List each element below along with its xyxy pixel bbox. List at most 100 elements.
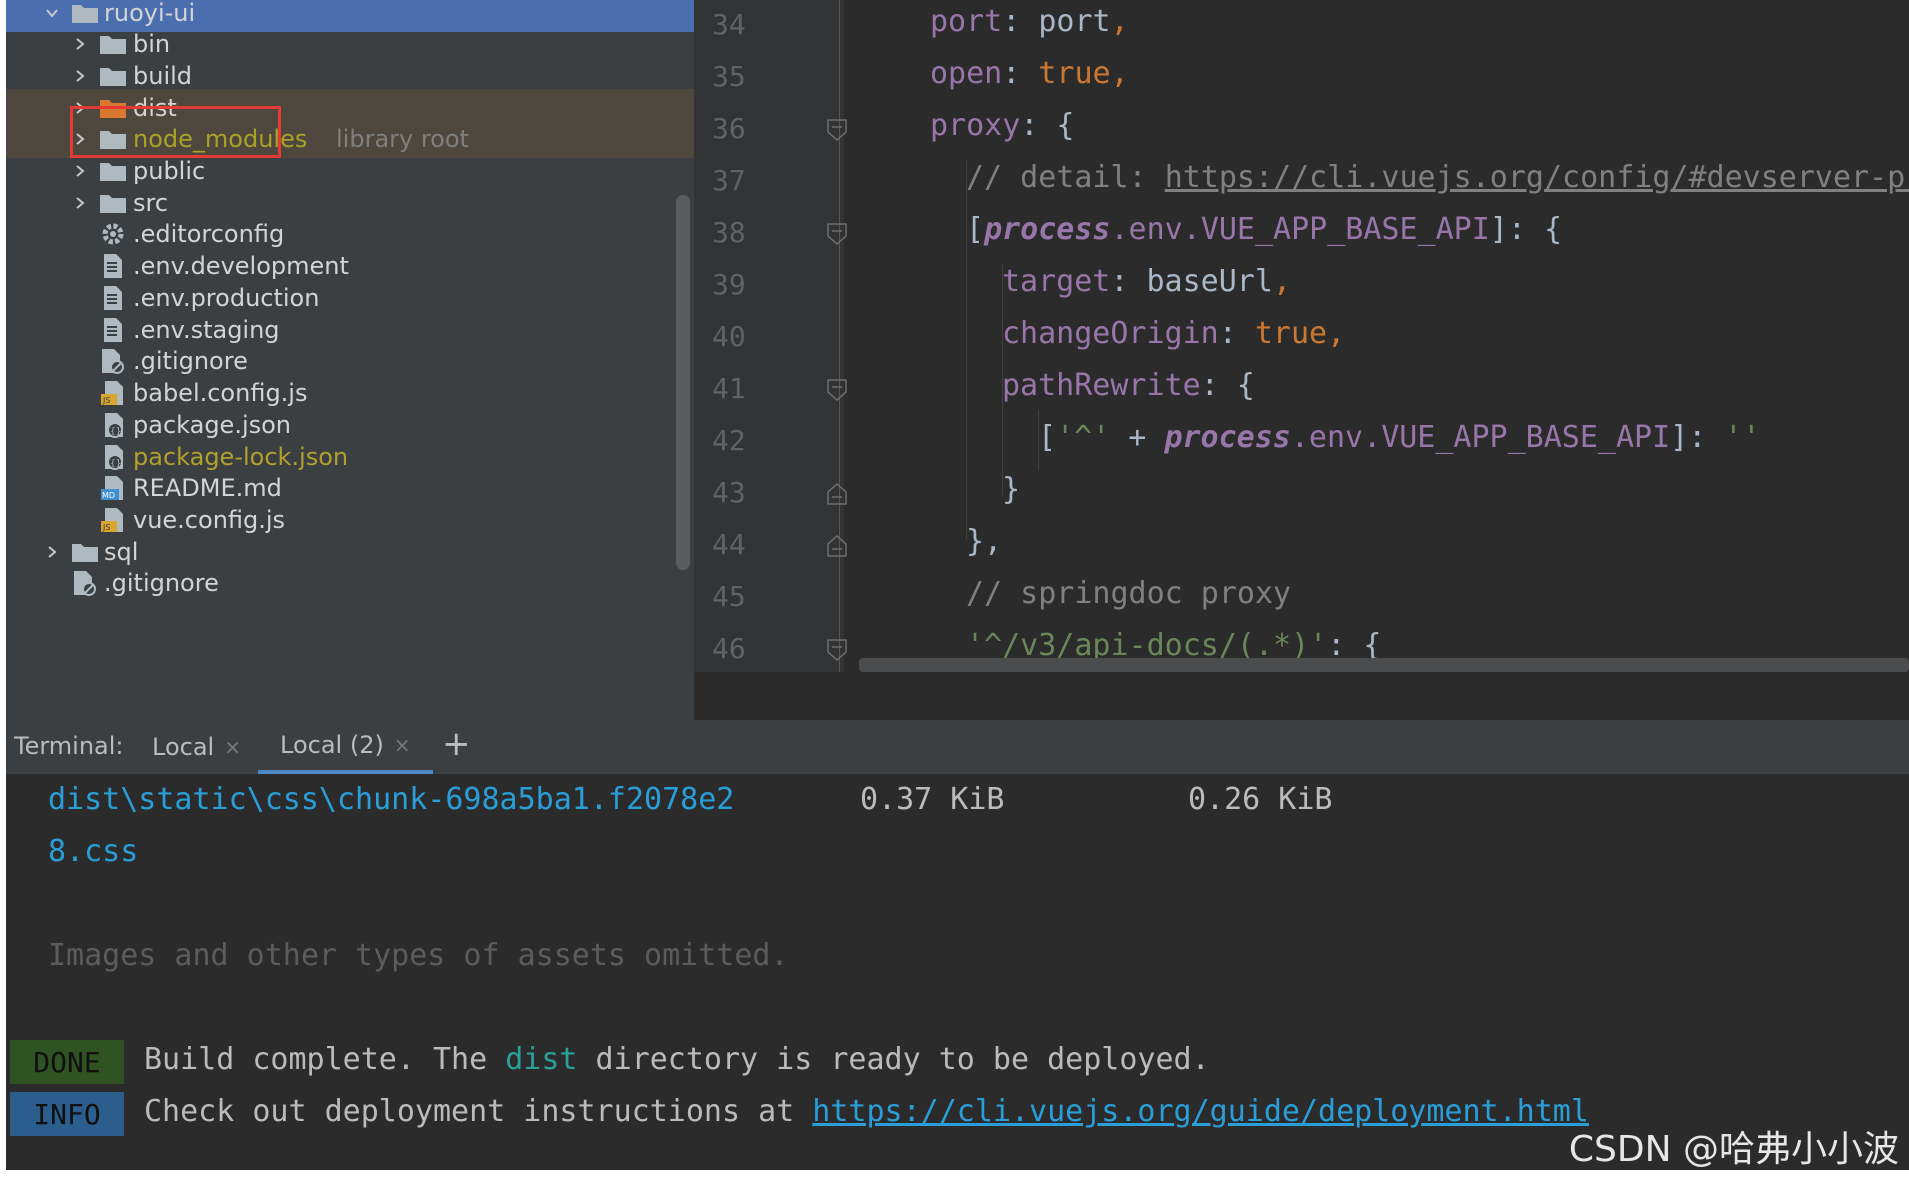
terminal-title: Terminal: xyxy=(14,732,124,760)
tree-item-label: .editorconfig xyxy=(133,220,285,248)
json-file-icon: {} xyxy=(98,410,128,440)
fold-close-icon[interactable] xyxy=(826,534,848,558)
svg-text:{}: {} xyxy=(110,427,121,437)
deployment-link[interactable]: https://cli.vuejs.org/guide/deployment.h… xyxy=(812,1094,1589,1129)
tree-item-label: README.md xyxy=(133,474,282,502)
code-line-34: port: port, xyxy=(930,4,1129,39)
tree-item-gitignore-root[interactable]: .gitignore xyxy=(6,564,694,602)
folder-icon xyxy=(98,29,128,59)
folder-icon xyxy=(70,0,100,28)
tree-item-label: bin xyxy=(133,30,171,58)
fold-open-icon[interactable] xyxy=(826,378,848,402)
svg-text:JS: JS xyxy=(102,523,110,532)
output-omitted-note: Images and other types of assets omitted… xyxy=(48,938,789,973)
tree-item-label: .env.production xyxy=(133,284,320,312)
line-number: 40 xyxy=(712,320,746,353)
gear-icon xyxy=(98,219,128,249)
tree-item-label: .gitignore xyxy=(133,347,248,375)
editor-horizontal-scrollbar[interactable] xyxy=(859,658,1909,672)
code-line-39: target: baseUrl, xyxy=(1002,264,1291,299)
text-file-icon xyxy=(98,251,128,281)
tree-item-label: .env.development xyxy=(133,252,349,280)
folder-icon xyxy=(70,537,100,567)
line-number: 35 xyxy=(712,60,746,93)
output-file-path-cont: 8.css xyxy=(48,834,139,869)
tab-local-2[interactable]: Local (2) × xyxy=(258,720,433,774)
done-message: Build complete. The dist directory is re… xyxy=(144,1042,1210,1077)
tree-scrollbar[interactable] xyxy=(676,195,690,570)
line-number: 37 xyxy=(712,164,746,197)
info-message: Check out deployment instructions at htt… xyxy=(144,1094,1589,1129)
code-editor[interactable]: 34 35 36 37 38 39 40 41 42 43 44 45 46 p… xyxy=(694,0,1909,720)
close-icon[interactable]: × xyxy=(394,733,411,757)
svg-text:MD: MD xyxy=(102,491,115,500)
tree-item-label: babel.config.js xyxy=(133,379,308,407)
line-number: 43 xyxy=(712,476,746,509)
tree-item-label: .gitignore xyxy=(104,569,219,597)
code-line-37: // detail: https://cli.vuejs.org/config/… xyxy=(966,160,1909,195)
tree-item-label: build xyxy=(133,62,193,90)
js-file-icon: JS xyxy=(98,378,128,408)
code-line-45: // springdoc proxy xyxy=(966,576,1292,611)
folder-icon xyxy=(98,156,128,186)
line-number: 42 xyxy=(712,424,746,457)
code-line-41: pathRewrite: { xyxy=(1002,368,1255,403)
terminal-output[interactable]: dist\static\css\chunk-698a5ba1.f2078e2 0… xyxy=(6,774,1909,1170)
code-line-38: [process.env.VUE_APP_BASE_API]: { xyxy=(966,212,1563,247)
code-line-43: } xyxy=(1002,472,1021,507)
tree-item-label: package.json xyxy=(133,411,292,439)
tree-item-label: src xyxy=(133,189,169,217)
output-gzip-size: 0.26 KiB xyxy=(1188,782,1333,817)
comment-link[interactable]: https://cli.vuejs.org/config/#devserver-… xyxy=(1165,160,1909,195)
tree-item-label: vue.config.js xyxy=(133,506,286,534)
library-root-hint: library root xyxy=(336,125,469,153)
output-file-path: dist\static\css\chunk-698a5ba1.f2078e2 xyxy=(48,782,735,817)
line-number: 39 xyxy=(712,268,746,301)
fold-open-icon[interactable] xyxy=(826,118,848,142)
text-file-icon xyxy=(98,283,128,313)
add-tab-button[interactable]: + xyxy=(442,724,471,764)
fold-close-icon[interactable] xyxy=(826,482,848,506)
watermark: CSDN @哈弗小小波 xyxy=(1568,1129,1899,1170)
folder-icon xyxy=(98,188,128,218)
project-tree: ruoyi-ui bin build dist node_modules lib… xyxy=(6,0,694,720)
terminal-tabbar: Terminal: Local × Local (2) × + xyxy=(6,720,1909,775)
tree-item-label: .env.staging xyxy=(133,316,280,344)
text-file-icon xyxy=(98,315,128,345)
folder-icon xyxy=(98,61,128,91)
fold-open-icon[interactable] xyxy=(826,222,848,246)
gitignore-file-icon xyxy=(70,568,100,598)
done-badge: DONE xyxy=(10,1040,124,1084)
code-line-40: changeOrigin: true, xyxy=(1002,316,1346,351)
fold-open-icon[interactable] xyxy=(826,638,848,662)
code-line-36: proxy: { xyxy=(930,108,1075,143)
tree-item-label: ruoyi-ui xyxy=(104,0,196,27)
code-line-35: open: true, xyxy=(930,56,1129,91)
line-number: 41 xyxy=(712,372,746,405)
markdown-file-icon: MD xyxy=(98,473,128,503)
close-icon[interactable]: × xyxy=(224,735,241,759)
highlight-annotation-box xyxy=(70,106,281,158)
line-number: 45 xyxy=(712,580,746,613)
tree-item-label: package-lock.json xyxy=(133,443,349,471)
tree-item-label: public xyxy=(133,157,206,185)
window-bottom-edge xyxy=(0,1170,1909,1178)
tab-local[interactable]: Local × xyxy=(152,720,241,774)
tree-item-label: sql xyxy=(104,538,139,566)
json-file-icon: {} xyxy=(98,442,128,472)
gutter-separator xyxy=(839,0,840,672)
line-number: 38 xyxy=(712,216,746,249)
gitignore-file-icon xyxy=(98,346,128,376)
code-line-42: ['^' + process.env.VUE_APP_BASE_API]: '' xyxy=(1038,420,1761,455)
tab-label: Local xyxy=(152,733,215,761)
info-badge: INFO xyxy=(10,1092,124,1136)
line-number: 46 xyxy=(712,632,746,665)
tab-label: Local (2) xyxy=(280,731,384,759)
js-file-icon: JS xyxy=(98,505,128,535)
output-size: 0.37 KiB xyxy=(860,782,1005,817)
svg-text:JS: JS xyxy=(102,396,110,405)
line-number: 34 xyxy=(712,8,746,41)
editor-bottom-area xyxy=(694,672,1909,720)
svg-text:{}: {} xyxy=(110,459,121,469)
line-number: 36 xyxy=(712,112,746,145)
